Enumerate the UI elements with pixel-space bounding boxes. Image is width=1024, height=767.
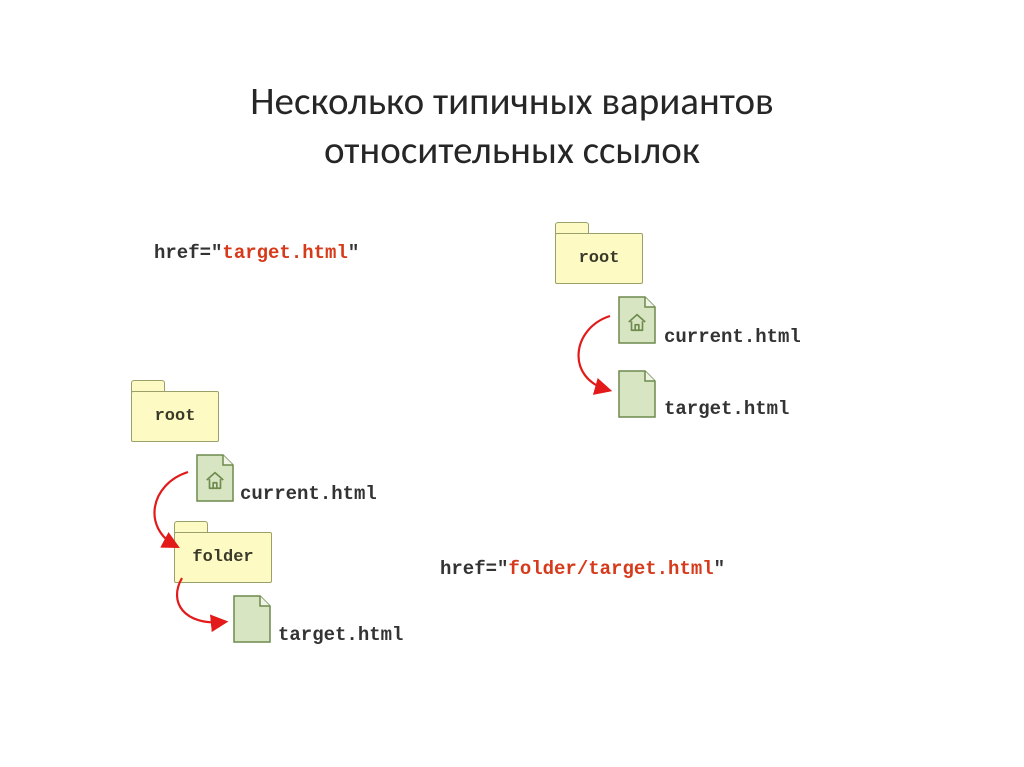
- folder-root-left: root: [131, 380, 219, 442]
- href1-suffix: ": [348, 242, 359, 264]
- href2-prefix: href=": [440, 558, 508, 580]
- href2-suffix: ": [714, 558, 725, 580]
- title-line-1: Несколько типичных вариантов: [250, 78, 773, 125]
- title-line-2: относительных ссылок: [324, 127, 700, 174]
- file-current-left-label: current.html: [240, 483, 377, 505]
- href1-value: target.html: [222, 242, 347, 264]
- file-current-right-label: current.html: [664, 326, 801, 348]
- arrow-left-diagram-1: [136, 466, 206, 566]
- href2-value: folder/target.html: [508, 558, 713, 580]
- href1-prefix: href=": [154, 242, 222, 264]
- arrow-right-diagram: [560, 308, 630, 408]
- file-target-left-label: target.html: [278, 624, 403, 646]
- folder-root-right-label: root: [579, 249, 620, 268]
- home-icon: [204, 469, 226, 491]
- href-example-1: href="target.html": [154, 242, 359, 264]
- href-example-2: href="folder/target.html": [440, 558, 725, 580]
- slide-title: Несколько типичных вариантов относительн…: [0, 78, 1024, 176]
- arrow-left-diagram-2: [164, 572, 244, 652]
- file-target-right-label: target.html: [664, 398, 789, 420]
- folder-root-right: root: [555, 222, 643, 284]
- folder-root-left-label: root: [155, 407, 196, 426]
